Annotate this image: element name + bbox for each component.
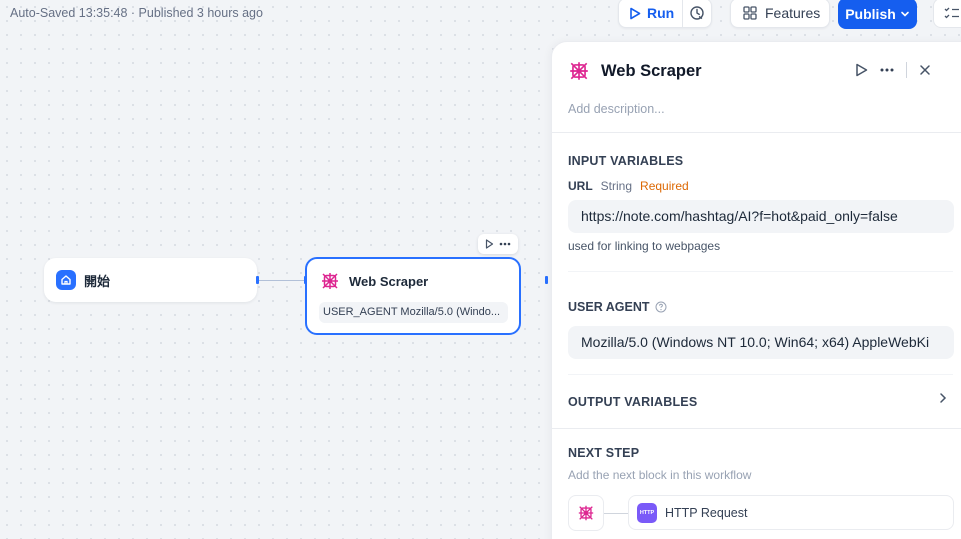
home-icon <box>56 270 76 290</box>
next-block-http-request[interactable]: HTTP HTTP Request <box>628 495 954 530</box>
run-history-button[interactable] <box>683 0 711 27</box>
user-agent-title: USER AGENT <box>568 300 650 314</box>
chevron-down-icon <box>900 11 909 17</box>
panel-actions <box>855 62 931 78</box>
panel-title[interactable]: Web Scraper <box>601 62 702 81</box>
http-request-icon: HTTP <box>637 502 657 523</box>
next-step-title: NEXT STEP <box>568 446 640 460</box>
web-scraper-icon <box>578 505 594 521</box>
chevron-right-icon[interactable] <box>938 392 948 404</box>
divider <box>568 271 953 272</box>
panel-header: Web Scraper <box>568 60 702 82</box>
checklist-button[interactable] <box>933 0 961 28</box>
history-icon <box>690 6 704 20</box>
close-icon[interactable] <box>919 64 931 76</box>
user-agent-input[interactable]: Mozilla/5.0 (Windows NT 10.0; Win64; x64… <box>568 326 954 359</box>
run-label: Run <box>647 5 675 21</box>
web-scraper-node-header: Web Scraper <box>320 271 428 291</box>
user-agent-title-row: USER AGENT <box>568 300 667 314</box>
more-icon[interactable] <box>499 242 511 246</box>
node-variable-preview: USER_AGENT Mozilla/5.0 (Windo... <box>319 302 508 323</box>
publish-label: Publish <box>845 5 896 22</box>
start-node[interactable]: 開始 <box>44 258 257 302</box>
more-icon[interactable] <box>880 68 894 72</box>
play-icon[interactable] <box>855 63 868 77</box>
features-button[interactable]: Features <box>730 0 830 28</box>
web-scraper-icon <box>322 273 338 289</box>
help-icon[interactable] <box>655 301 667 313</box>
current-block-tile <box>568 495 604 531</box>
node-toolbar <box>478 234 518 254</box>
variable-type: String <box>600 179 633 193</box>
run-node-icon[interactable] <box>485 239 494 249</box>
divider <box>568 374 953 375</box>
edge-start-to-scraper <box>259 280 305 281</box>
grid-icon <box>743 6 757 20</box>
variable-name: URL <box>568 179 593 193</box>
features-label: Features <box>765 5 821 21</box>
actions-separator <box>906 62 907 78</box>
divider <box>552 428 961 429</box>
node-settings-panel: Web Scraper Add description... INPUT VAR… <box>551 41 961 539</box>
web-scraper-icon <box>570 62 588 80</box>
web-scraper-node[interactable]: Web Scraper USER_AGENT Mozilla/5.0 (Wind… <box>305 257 521 335</box>
run-button[interactable]: Run <box>619 0 684 27</box>
run-button-group: Run <box>618 0 712 28</box>
next-step-subtitle: Add the next block in this workflow <box>568 468 752 482</box>
scraper-node-output-handle[interactable] <box>545 276 548 284</box>
next-block-label: HTTP Request <box>665 505 748 520</box>
output-variables-title[interactable]: OUTPUT VARIABLES <box>568 395 697 409</box>
save-status: Auto-Saved 13:35:48 · Published 3 hours … <box>10 6 263 20</box>
play-icon <box>630 7 641 19</box>
url-hint: used for linking to webpages <box>568 239 721 253</box>
next-step-connector <box>604 513 628 514</box>
description-field[interactable]: Add description... <box>568 102 665 116</box>
url-input[interactable]: https://note.com/hashtag/AI?f=hot&paid_o… <box>568 200 954 233</box>
checklist-icon <box>944 7 959 19</box>
input-variables-title: INPUT VARIABLES <box>568 154 684 168</box>
start-node-label: 開始 <box>84 273 111 289</box>
required-badge: Required <box>640 179 689 193</box>
web-scraper-node-title: Web Scraper <box>349 273 429 289</box>
publish-button[interactable]: Publish <box>838 0 917 29</box>
divider <box>552 132 961 133</box>
url-variable-row: URL String Required <box>568 179 689 193</box>
